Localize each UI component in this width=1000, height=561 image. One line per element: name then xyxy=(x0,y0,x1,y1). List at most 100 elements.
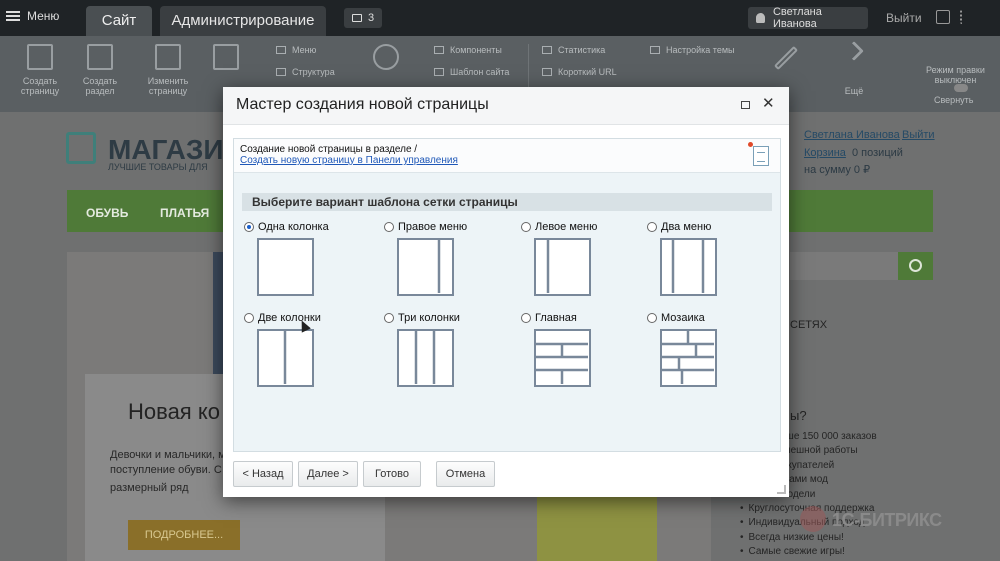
radio-two-menus[interactable] xyxy=(647,222,657,232)
new-document-icon xyxy=(753,146,769,166)
more-button[interactable]: Ещё xyxy=(824,41,884,96)
next-button[interactable]: Далее > xyxy=(298,461,358,487)
maximize-icon[interactable] xyxy=(741,101,750,109)
option-label: Одна колонка xyxy=(258,221,329,233)
structure-dropdown[interactable]: Структура xyxy=(276,67,335,77)
logout-link[interactable]: Выйти xyxy=(886,11,922,25)
edit-page-button[interactable]: Изменить страницу xyxy=(138,44,198,96)
admin-menu-label: Меню xyxy=(27,9,60,23)
option-label: Два меню xyxy=(661,221,712,233)
radio-two-columns[interactable] xyxy=(244,313,254,323)
user-menu[interactable]: Светлана Иванова xyxy=(748,6,868,30)
nav-shoes[interactable]: ОБУВЬ xyxy=(86,206,128,220)
bitrix-logo-icon xyxy=(800,506,826,532)
layout-mosaic-thumb[interactable] xyxy=(660,329,717,387)
layout-right-menu-thumb[interactable] xyxy=(397,238,454,296)
radio-right-menu[interactable] xyxy=(384,222,394,232)
one-column-icon xyxy=(259,240,311,293)
refresh-icon xyxy=(373,44,399,70)
main-layout-icon xyxy=(536,342,588,384)
edit-section-button[interactable] xyxy=(196,44,256,76)
store-logout-link[interactable]: Выйти xyxy=(902,129,935,141)
hero-more-button[interactable]: ПОДРОБНЕЕ... xyxy=(128,520,240,550)
option-main[interactable]: Главная xyxy=(521,312,577,324)
short-url-dropdown[interactable]: Короткий URL xyxy=(542,67,617,77)
layout-three-columns-thumb[interactable] xyxy=(397,329,454,387)
refresh-cache-button[interactable] xyxy=(356,44,416,76)
chart-icon xyxy=(542,46,552,54)
option-label: Две колонки xyxy=(258,312,321,324)
close-icon[interactable]: ✕ xyxy=(762,96,775,112)
admin-top-bar: Меню Сайт Администрирование 3 Светлана И… xyxy=(0,0,1000,36)
done-button[interactable]: Готово xyxy=(363,461,421,487)
layout-two-menus-thumb[interactable] xyxy=(660,238,717,296)
store-user-link[interactable]: Светлана Иванова xyxy=(804,129,900,141)
notifications-count: 3 xyxy=(367,12,375,24)
site-template-dropdown[interactable]: Шаблон сайта xyxy=(434,67,509,77)
cancel-button[interactable]: Отмена xyxy=(436,461,495,487)
cart-sum: на сумму 0 ₽ xyxy=(804,164,871,176)
components-dropdown[interactable]: Компоненты xyxy=(434,45,502,55)
option-label: Мозаика xyxy=(661,312,705,324)
more-options-icon[interactable] xyxy=(960,10,966,24)
option-three-columns[interactable]: Три колонки xyxy=(384,312,460,324)
radio-left-menu[interactable] xyxy=(521,222,531,232)
edit-page-label-2: страницу xyxy=(148,86,188,96)
calendar-icon[interactable] xyxy=(936,10,950,24)
radio-mosaic[interactable] xyxy=(647,313,657,323)
radio-one-column[interactable] xyxy=(244,222,254,232)
hero-shoe-image xyxy=(537,492,657,561)
dialog-header[interactable]: Мастер создания новой страницы ✕ xyxy=(223,87,789,125)
statistics-label: Статистика xyxy=(558,45,606,55)
back-button[interactable]: < Назад xyxy=(233,461,293,487)
layout-one-column-thumb[interactable] xyxy=(257,238,314,296)
layout-main-thumb[interactable] xyxy=(534,329,591,387)
option-label: Три колонки xyxy=(398,312,460,324)
option-mosaic[interactable]: Мозаика xyxy=(647,312,705,324)
resize-handle-icon[interactable] xyxy=(777,485,786,494)
left-menu-icon xyxy=(546,240,550,293)
create-section-label-2: раздел xyxy=(85,86,115,96)
store-search-input[interactable] xyxy=(790,252,898,280)
radio-three-columns[interactable] xyxy=(384,313,394,323)
option-label: Левое меню xyxy=(535,221,598,233)
create-page-button[interactable]: Создать страницу xyxy=(10,44,70,96)
new-badge-icon xyxy=(748,142,753,147)
layout-left-menu-thumb[interactable] xyxy=(534,238,591,296)
link-icon xyxy=(542,68,552,76)
option-left-menu[interactable]: Левое меню xyxy=(521,221,597,233)
create-section-button[interactable]: Создать раздел xyxy=(70,44,130,96)
edit-mode-toggle[interactable] xyxy=(954,84,968,92)
radio-main[interactable] xyxy=(521,313,531,323)
section-path-text: Создание новой страницы в разделе / xyxy=(240,144,418,155)
layout-two-columns-thumb[interactable] xyxy=(257,329,314,387)
menu-dropdown[interactable]: Меню xyxy=(276,45,316,55)
template-heading: Выберите вариант шаблона сетки страницы xyxy=(242,193,772,211)
collapse-toolbar-button[interactable]: Свернуть xyxy=(934,95,973,105)
list-icon xyxy=(276,46,286,54)
store-search-button[interactable] xyxy=(898,252,933,280)
cart-link[interactable]: Корзина xyxy=(804,147,846,159)
notifications-button[interactable]: 3 xyxy=(344,8,382,28)
components-icon xyxy=(434,46,444,54)
option-right-menu[interactable]: Правое меню xyxy=(384,221,467,233)
info-row: Создание новой страницы в разделе / Созд… xyxy=(234,139,780,173)
control-panel-link[interactable]: Создать новую страницу в Панели управлен… xyxy=(240,155,458,166)
wizard-button[interactable] xyxy=(756,44,816,78)
admin-menu-button[interactable]: Меню xyxy=(6,9,59,23)
tab-administration[interactable]: Администрирование xyxy=(160,6,326,36)
tab-site[interactable]: Сайт xyxy=(86,6,152,36)
bitrix-watermark: 1С-БИТРИКС xyxy=(832,510,942,530)
option-two-columns[interactable]: Две колонки xyxy=(244,312,321,324)
right-menu-icon xyxy=(437,240,441,293)
theme-settings-dropdown[interactable]: Настройка темы xyxy=(650,45,735,55)
statistics-dropdown[interactable]: Статистика xyxy=(542,45,605,55)
nav-dresses[interactable]: ПЛАТЬЯ xyxy=(160,206,209,220)
chat-icon xyxy=(351,14,362,22)
option-two-menus[interactable]: Два меню xyxy=(647,221,711,233)
hero-title: Новая ко xyxy=(128,399,220,424)
cart-count: 0 позиций xyxy=(852,147,903,159)
option-label: Главная xyxy=(535,312,577,324)
option-label: Правое меню xyxy=(398,221,468,233)
option-one-column[interactable]: Одна колонка xyxy=(244,221,329,233)
